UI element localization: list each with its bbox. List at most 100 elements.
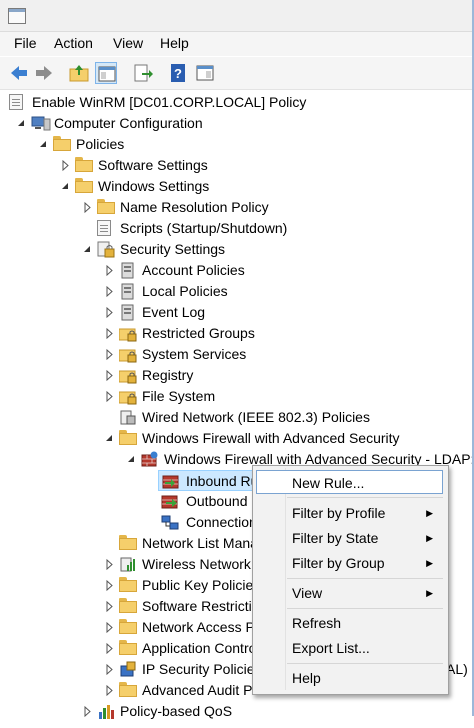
export-list-button[interactable] — [132, 62, 154, 84]
tree-item-policy-qos[interactable]: Policy-based QoS — [0, 701, 474, 722]
menu-item-label: View — [292, 585, 323, 601]
collapsed-arrow-icon[interactable] — [104, 281, 114, 302]
menu-bar: File Action View Help — [0, 32, 474, 56]
policy-book-icon — [119, 283, 137, 300]
tree-item-windows-firewall[interactable]: Windows Firewall with Advanced Security — [0, 428, 474, 449]
expanded-arrow-icon[interactable] — [126, 449, 136, 470]
show-action-pane-button[interactable] — [194, 62, 216, 84]
collapsed-arrow-icon[interactable] — [104, 344, 114, 365]
tree-item-label: Public Key Policies — [142, 577, 261, 593]
context-menu-filter-by-group[interactable]: Filter by Group ▶ — [256, 551, 443, 575]
locked-folder-icon — [118, 325, 137, 342]
context-menu-filter-by-profile[interactable]: Filter by Profile ▶ — [256, 501, 443, 525]
tree-item-label: Local Policies — [142, 283, 228, 299]
context-menu-help[interactable]: Help — [256, 666, 443, 690]
collapsed-arrow-icon[interactable] — [104, 365, 114, 386]
show-hide-console-tree-button[interactable] — [95, 62, 117, 84]
tree-item-label: Registry — [142, 367, 194, 383]
collapsed-arrow-icon[interactable] — [82, 197, 92, 218]
app-window-icon — [8, 8, 26, 24]
tree-item-label: Connection — [186, 514, 257, 530]
collapsed-arrow-icon[interactable] — [104, 302, 114, 323]
wireless-network-icon — [119, 556, 137, 573]
expanded-arrow-icon[interactable] — [60, 176, 70, 197]
tree-item-label: Name Resolution Policy — [120, 199, 269, 215]
help-icon: ? — [171, 64, 185, 82]
policy-book-icon — [119, 304, 137, 321]
tree-item-label: File System — [142, 388, 216, 404]
submenu-arrow-icon: ▶ — [426, 588, 433, 598]
tree-item-wired-network[interactable]: Wired Network (IEEE 802.3) Policies — [0, 407, 474, 428]
collapsed-arrow-icon[interactable] — [104, 386, 114, 407]
tree-item-computer-configuration[interactable]: Computer Configuration — [0, 113, 474, 134]
tree-item-label: IP Security Policies — [142, 661, 262, 677]
tree-item-local-policies[interactable]: Local Policies — [0, 281, 474, 302]
collapsed-arrow-icon[interactable] — [60, 155, 70, 176]
tree-item-label: Restricted Groups — [142, 325, 255, 341]
tree-item-system-services[interactable]: System Services — [0, 344, 474, 365]
collapsed-arrow-icon[interactable] — [104, 596, 114, 617]
collapsed-arrow-icon[interactable] — [104, 554, 114, 575]
submenu-arrow-icon: ▶ — [426, 508, 433, 518]
tree-item-label-tail: AL) — [446, 661, 468, 677]
tree-item-name-resolution-policy[interactable]: Name Resolution Policy — [0, 197, 474, 218]
context-menu-export-list[interactable]: Export List... — [256, 636, 443, 660]
collapsed-arrow-icon[interactable] — [104, 659, 114, 680]
tree-item-security-settings[interactable]: Security Settings — [0, 239, 474, 260]
tree-item-label: Windows Firewall with Advanced Security — [142, 430, 400, 446]
tree-item-event-log[interactable]: Event Log — [0, 302, 474, 323]
context-menu-view[interactable]: View ▶ — [256, 581, 443, 605]
tree-item-restricted-groups[interactable]: Restricted Groups — [0, 323, 474, 344]
menu-file[interactable]: File — [14, 35, 37, 51]
tree-item-windows-settings[interactable]: Windows Settings — [0, 176, 474, 197]
folder-icon — [119, 577, 137, 594]
locked-folder-icon — [118, 367, 137, 384]
help-button[interactable]: ? — [167, 62, 189, 84]
expanded-arrow-icon[interactable] — [16, 113, 26, 134]
up-one-level-button[interactable] — [68, 62, 90, 84]
tree-item-scripts[interactable]: Scripts (Startup/Shutdown) — [0, 218, 474, 239]
folder-icon — [119, 619, 137, 636]
collapsed-arrow-icon[interactable] — [104, 323, 114, 344]
collapsed-arrow-icon[interactable] — [104, 638, 114, 659]
tree-item-policies[interactable]: Policies — [0, 134, 474, 155]
collapsed-arrow-icon[interactable] — [104, 260, 114, 281]
connection-security-icon — [161, 514, 179, 531]
tree-item-root[interactable]: Enable WinRM [DC01.CORP.LOCAL] Policy — [0, 92, 474, 113]
menu-view[interactable]: View — [113, 35, 143, 51]
tree-item-file-system[interactable]: File System — [0, 386, 474, 407]
computer-icon — [31, 115, 51, 132]
tree-item-label: Outbound — [186, 493, 248, 509]
expanded-arrow-icon[interactable] — [82, 239, 92, 260]
folder-icon — [75, 157, 93, 174]
collapsed-arrow-icon[interactable] — [104, 617, 114, 638]
expanded-arrow-icon[interactable] — [104, 428, 114, 449]
menu-item-label: Refresh — [292, 615, 342, 631]
tree-item-software-settings[interactable]: Software Settings — [0, 155, 474, 176]
collapsed-arrow-icon[interactable] — [104, 575, 114, 596]
submenu-arrow-icon: ▶ — [426, 558, 433, 568]
forward-button[interactable] — [33, 62, 55, 84]
menu-item-label: New Rule... — [292, 475, 365, 491]
context-menu-refresh[interactable]: Refresh — [256, 611, 443, 635]
tree-item-label: System Services — [142, 346, 247, 362]
tree-item-account-policies[interactable]: Account Policies — [0, 260, 474, 281]
tree-item-registry[interactable]: Registry — [0, 365, 474, 386]
collapsed-arrow-icon[interactable] — [82, 701, 92, 722]
back-button[interactable] — [8, 62, 30, 84]
policy-book-icon — [119, 262, 137, 279]
context-menu-filter-by-state[interactable]: Filter by State ▶ — [256, 526, 443, 550]
locked-folder-icon — [118, 346, 137, 363]
menu-action[interactable]: Action — [54, 35, 93, 51]
locked-folder-icon — [118, 388, 137, 405]
context-menu-new-rule[interactable]: New Rule... — [256, 470, 443, 494]
menu-help[interactable]: Help — [160, 35, 189, 51]
expanded-arrow-icon[interactable] — [38, 134, 48, 155]
export-list-icon — [134, 64, 153, 82]
tree-item-label: Network Access Pr — [142, 619, 260, 635]
tree-item-label: Inbound Ru — [186, 473, 259, 489]
security-settings-icon — [97, 241, 115, 258]
folder-icon — [119, 430, 137, 447]
collapsed-arrow-icon[interactable] — [104, 680, 114, 701]
svg-text:?: ? — [174, 66, 182, 81]
